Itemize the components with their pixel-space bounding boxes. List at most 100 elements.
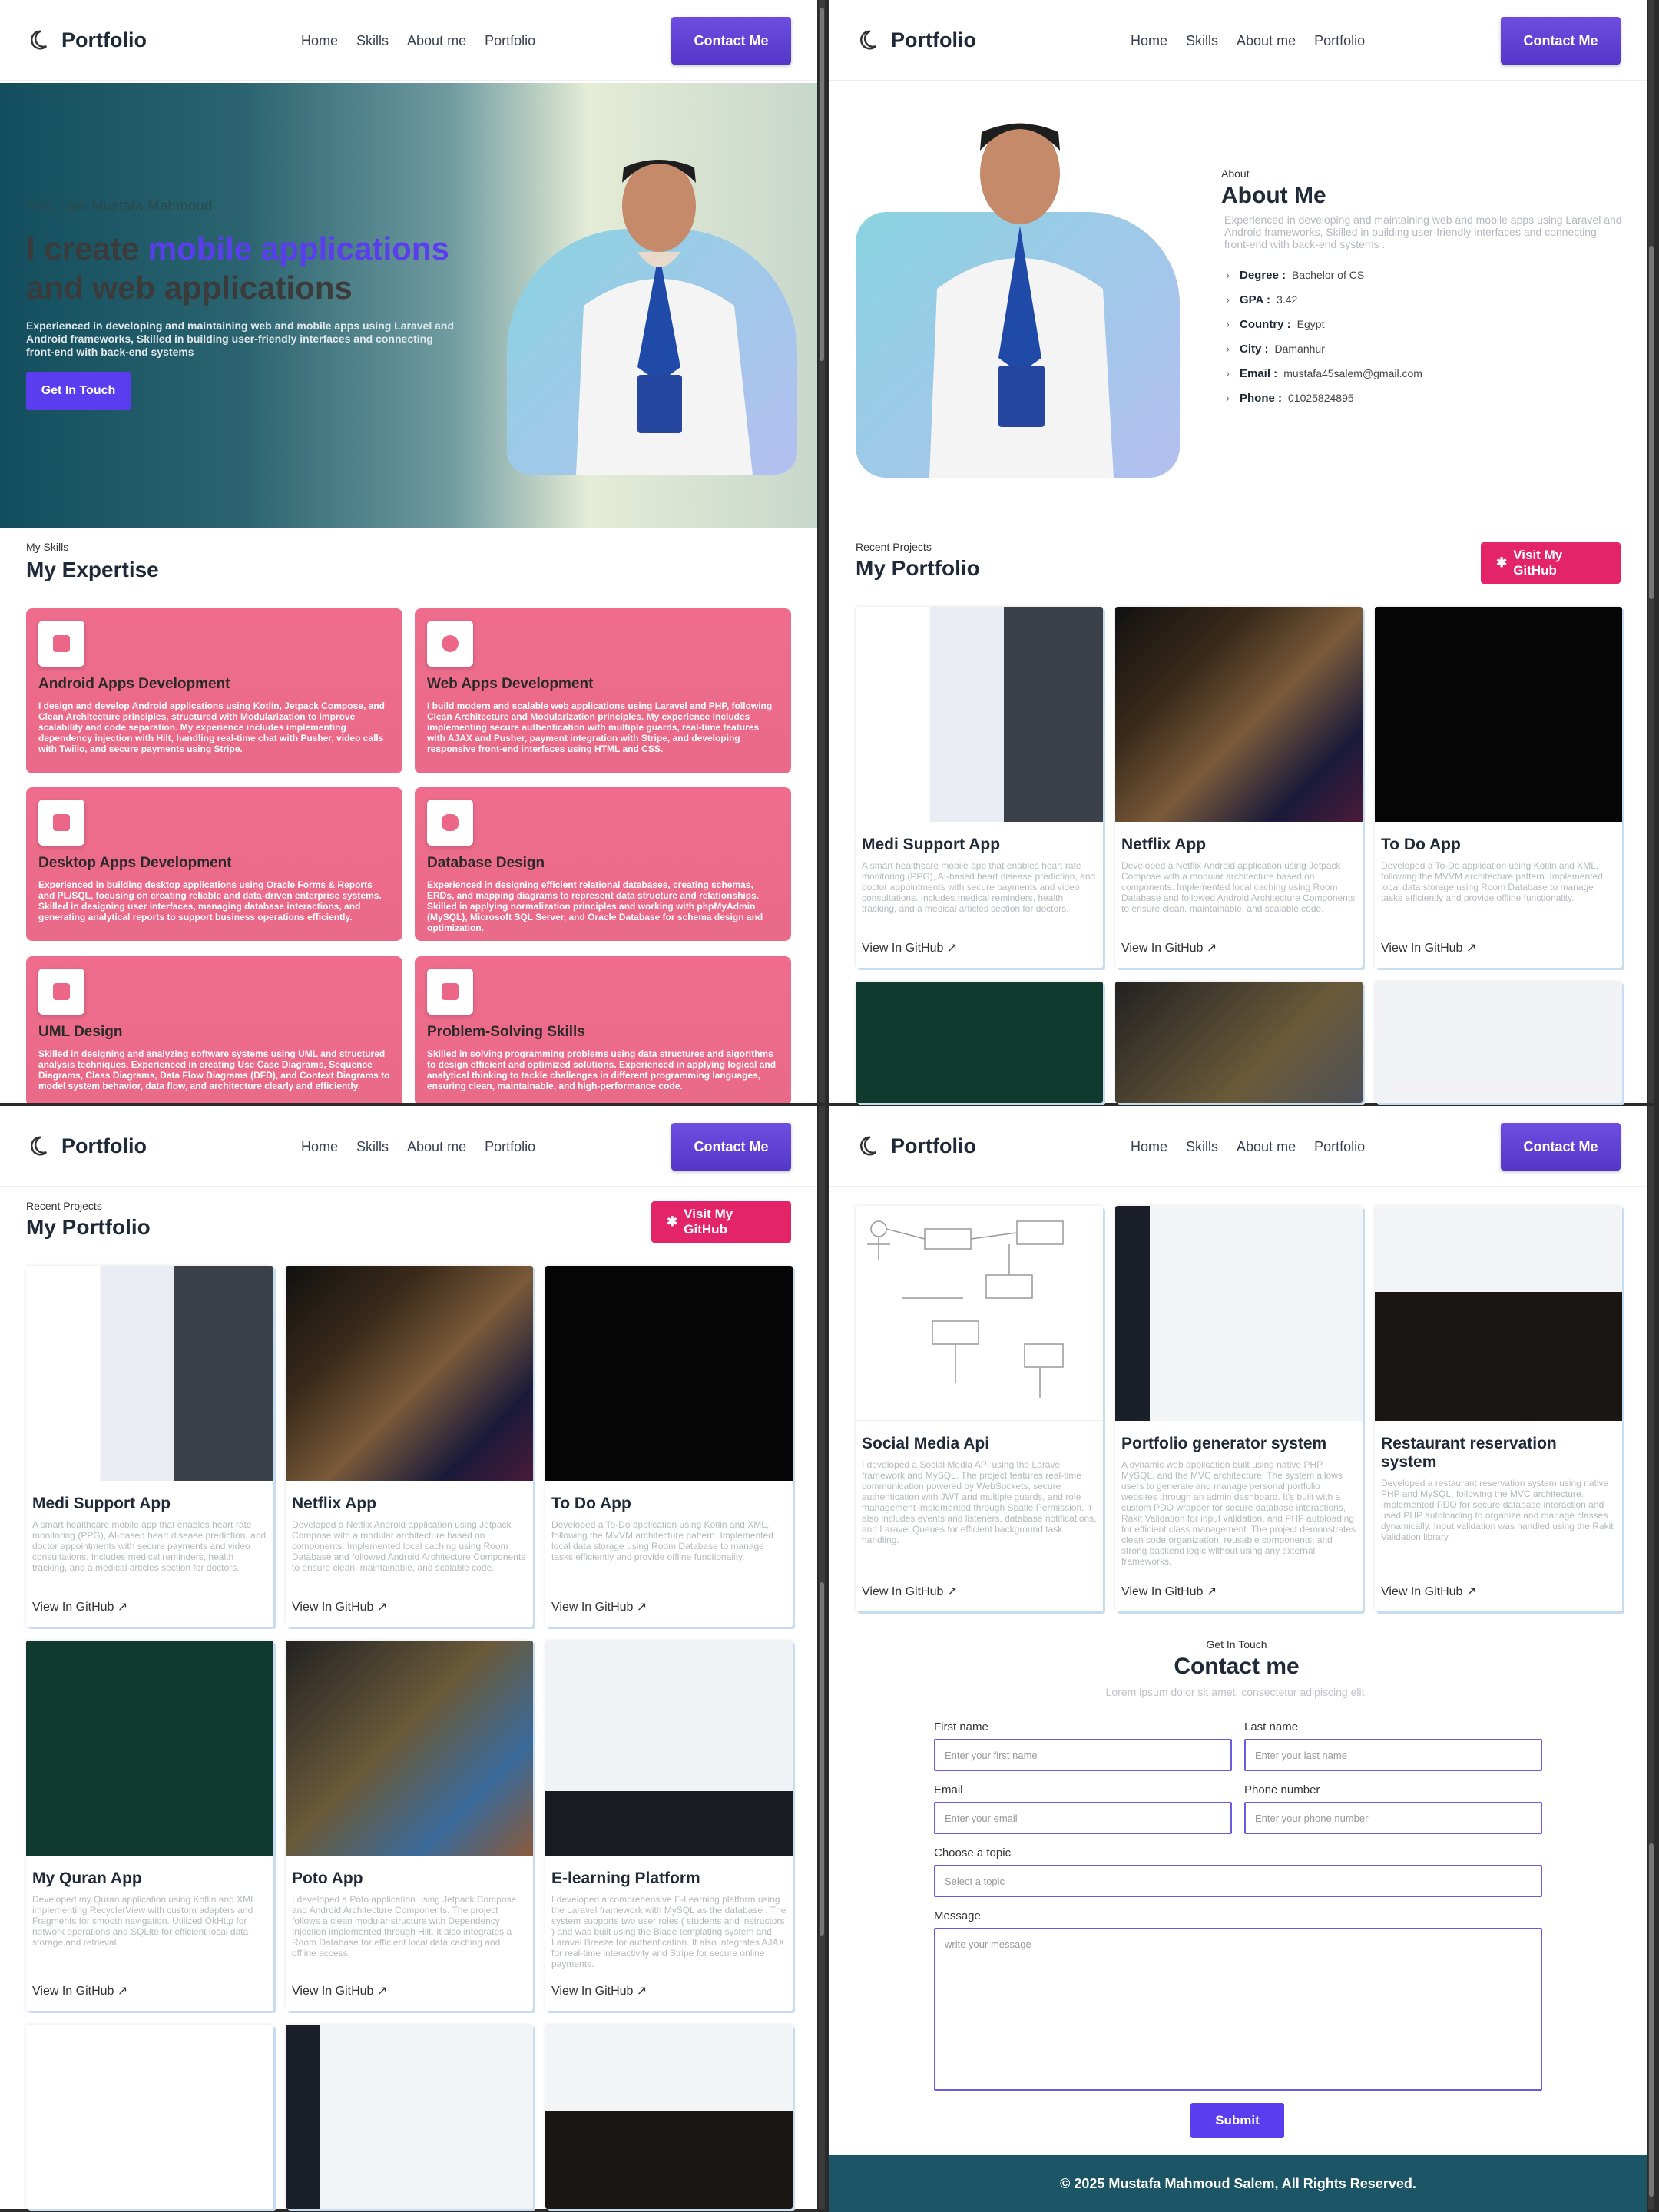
visit-github-button[interactable]: ✱ Visit My GitHub (1481, 542, 1621, 584)
nav-link-portfolio[interactable]: Portfolio (485, 1139, 535, 1155)
first-name-label: First name (934, 1720, 988, 1734)
project-desc: Developed a To-Do application using Kotl… (1381, 860, 1603, 903)
nav-link-home[interactable]: Home (1131, 33, 1167, 49)
skill-desc: Skilled in designing and analyzing softw… (38, 1048, 390, 1091)
project-screenshot (286, 1641, 533, 1856)
topic-select[interactable]: Select a topic (934, 1865, 1542, 1897)
hero-line2: and web applications (26, 270, 353, 306)
nav-link-about[interactable]: About me (1237, 1139, 1296, 1155)
nav-link-home[interactable]: Home (1131, 1139, 1167, 1155)
scrollbar[interactable] (819, 1106, 825, 2209)
portfolio-eyebrow: Recent Projects (856, 541, 932, 553)
hero-headline: I create mobile applications and web appl… (26, 229, 487, 307)
moon-icon[interactable] (856, 28, 879, 51)
nav-link-about[interactable]: About me (1237, 33, 1296, 49)
brand-logo[interactable]: Portfolio (856, 28, 976, 52)
chevron-right-icon: › (1226, 342, 1230, 356)
nav-links: Home Skills About me Portfolio (1131, 0, 1365, 81)
project-card-elearning: E-learning Platform I developed a compre… (545, 1641, 793, 2011)
navbar: Portfolio Home Skills About me Portfolio… (830, 1106, 1647, 1187)
project-screenshot (1375, 1206, 1622, 1421)
contact-button[interactable]: Contact Me (671, 17, 791, 65)
panel-home: Portfolio Home Skills About me Portfolio… (0, 0, 817, 1103)
globe-icon (427, 621, 473, 667)
project-desc: I developed a Social Media API using the… (862, 1459, 1097, 1545)
scrollbar[interactable] (819, 0, 825, 1103)
project-card-restaurant-peek (545, 2025, 793, 2209)
project-desc: A smart healthcare mobile app that enabl… (862, 860, 1096, 914)
fact-gpa: › GPA :3.42 (1226, 293, 1298, 306)
moon-icon[interactable] (26, 1134, 49, 1157)
project-card-restaurant: Restaurant reservation system Developed … (1375, 1206, 1622, 1611)
navbar: Portfolio Home Skills About me Portfolio… (830, 0, 1647, 81)
contact-button[interactable]: Contact Me (1501, 17, 1621, 65)
view-github-link[interactable]: View In GitHub ↗ (862, 1584, 957, 1599)
nav-link-about[interactable]: About me (407, 1139, 466, 1155)
topic-label: Choose a topic (934, 1846, 1012, 1859)
phone-field[interactable]: Enter your phone number (1244, 1802, 1542, 1834)
view-github-link[interactable]: View In GitHub ↗ (1381, 940, 1476, 955)
chevron-right-icon: › (1226, 293, 1230, 306)
nav-link-portfolio[interactable]: Portfolio (1314, 1139, 1365, 1155)
fact-country: › Country : Egypt (1226, 317, 1325, 331)
skill-title: Web Apps Development (427, 676, 594, 692)
nav-link-skills[interactable]: Skills (1186, 1139, 1218, 1155)
nav-link-home[interactable]: Home (301, 33, 338, 49)
project-screenshot (856, 607, 1103, 822)
nav-link-portfolio[interactable]: Portfolio (1314, 33, 1365, 49)
view-github-link[interactable]: View In GitHub ↗ (1121, 940, 1217, 955)
phone-label: Phone number (1244, 1783, 1320, 1796)
nav-link-home[interactable]: Home (301, 1139, 338, 1155)
last-name-field[interactable]: Enter your last name (1244, 1739, 1542, 1771)
brand-logo[interactable]: Portfolio (26, 1134, 147, 1158)
hero-line1: I create (26, 230, 148, 267)
nav-link-skills[interactable]: Skills (1186, 33, 1218, 49)
project-screenshot (545, 2025, 793, 2209)
view-github-link[interactable]: View In GitHub ↗ (1381, 1584, 1476, 1599)
email-field[interactable]: Enter your email (934, 1802, 1232, 1834)
message-textarea[interactable]: write your message (934, 1928, 1542, 2091)
profile-photo (576, 160, 753, 475)
fact-email: › Email : mustafa45salem@gmail.com (1226, 366, 1422, 380)
nav-link-portfolio[interactable]: Portfolio (485, 33, 535, 49)
skill-desc: I design and develop Android application… (38, 700, 385, 754)
project-desc: Developed a Netflix Android application … (1121, 860, 1356, 914)
first-name-field[interactable]: Enter your first name (934, 1739, 1232, 1771)
project-card-netflix: Netflix App Developed a Netflix Android … (286, 1266, 533, 1627)
view-github-link[interactable]: View In GitHub ↗ (292, 1983, 387, 1998)
view-github-link[interactable]: View In GitHub ↗ (551, 1599, 647, 1614)
visit-github-button[interactable]: ✱ Visit My GitHub (651, 1201, 791, 1243)
skill-card-web: Web Apps Development I build modern and s… (415, 608, 791, 773)
hero-section: Hey, I am Mustafa Mahmoud I create mobil… (0, 83, 817, 528)
email-label: Email (934, 1783, 963, 1796)
project-title: Medi Support App (862, 836, 1001, 853)
brand-logo[interactable]: Portfolio (856, 1134, 976, 1158)
project-screenshot (26, 1266, 273, 1481)
scrollbar[interactable] (1648, 0, 1654, 1103)
project-title: My Quran App (32, 1869, 142, 1887)
scrollbar[interactable] (1648, 1106, 1654, 2209)
submit-button[interactable]: Submit (1190, 2103, 1284, 2138)
project-screenshot (286, 2025, 533, 2209)
project-card-social-api: Social Media Api I developed a Social Me… (856, 1206, 1103, 1611)
hero-greeting: Hey, I am Mustafa Mahmoud (26, 198, 213, 214)
moon-icon[interactable] (26, 28, 49, 51)
view-github-link[interactable]: View In GitHub ↗ (32, 1599, 127, 1614)
view-github-link[interactable]: View In GitHub ↗ (292, 1599, 387, 1614)
view-github-link[interactable]: View In GitHub ↗ (1121, 1584, 1217, 1599)
view-github-link[interactable]: View In GitHub ↗ (862, 940, 957, 955)
view-github-link[interactable]: View In GitHub ↗ (32, 1983, 127, 1998)
moon-icon[interactable] (856, 1134, 879, 1157)
contact-button[interactable]: Contact Me (671, 1123, 791, 1171)
nav-link-skills[interactable]: Skills (356, 1139, 389, 1155)
nav-link-about[interactable]: About me (407, 33, 466, 49)
fact-phone: › Phone :01025824895 (1226, 391, 1354, 405)
project-card-portfolio-gen-peek (286, 2025, 533, 2209)
view-github-link[interactable]: View In GitHub ↗ (551, 1983, 647, 1998)
contact-button[interactable]: Contact Me (1501, 1123, 1621, 1171)
nav-link-skills[interactable]: Skills (356, 33, 389, 49)
project-title: Medi Support App (32, 1495, 171, 1512)
get-in-touch-button[interactable]: Get In Touch (26, 372, 131, 410)
brand-logo[interactable]: Portfolio (26, 28, 147, 52)
nav-links: Home Skills About me Portfolio (301, 0, 535, 81)
